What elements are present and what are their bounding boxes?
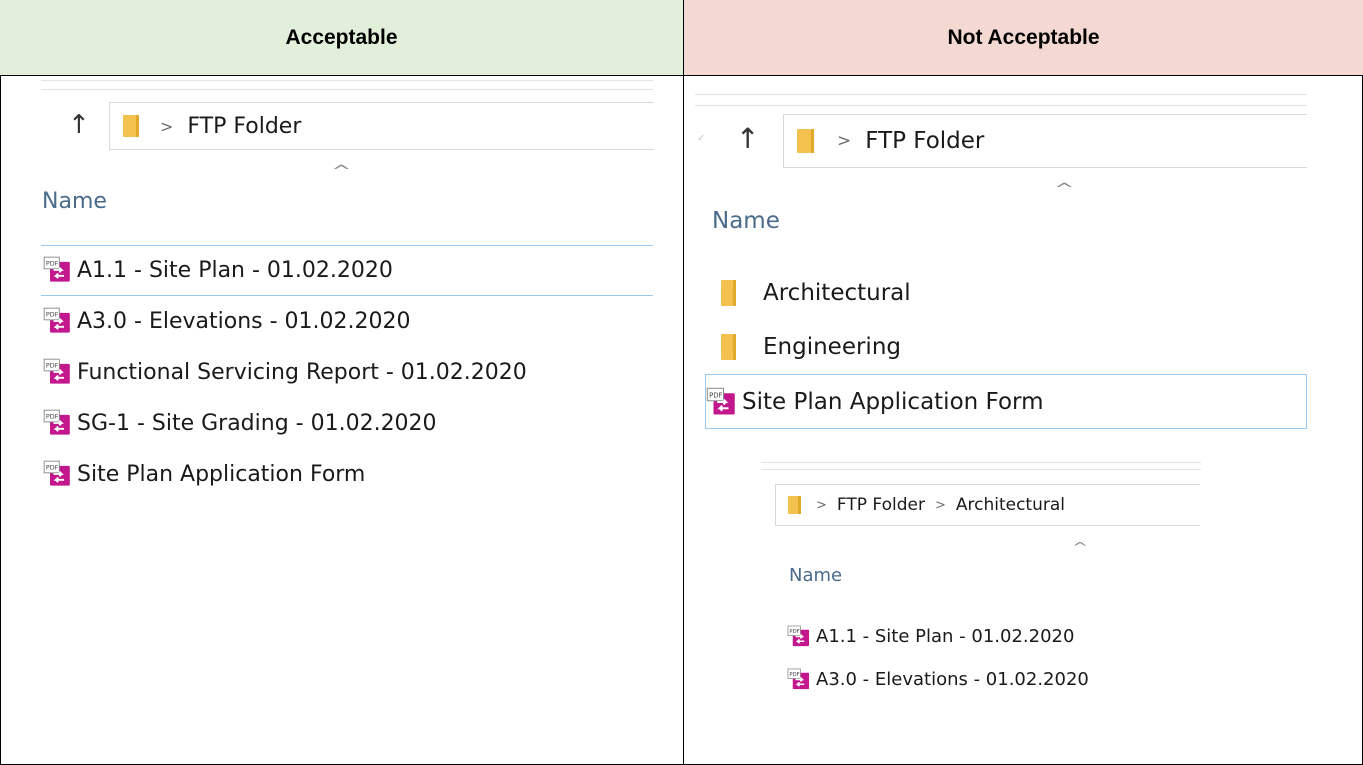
svg-text:PDF: PDF	[46, 413, 59, 421]
name-column-header[interactable]: Name	[712, 208, 780, 234]
acceptable-header-text: Acceptable	[285, 25, 398, 49]
chevron-right-icon: >	[837, 131, 852, 151]
sort-ascending-icon[interactable]: ^	[1054, 180, 1074, 198]
folder-row-label: Architectural	[763, 280, 911, 306]
file-row[interactable]: PDF A3.0 - Elevations - 01.02.2020	[43, 307, 411, 335]
file-row-label: SG-1 - Site Grading - 01.02.2020	[77, 410, 437, 436]
up-arrow-icon[interactable]: ↑	[736, 125, 759, 153]
folder-icon	[123, 115, 139, 137]
file-row-label: Site Plan Application Form	[77, 461, 366, 487]
file-row[interactable]: PDF Functional Servicing Report - 01.02.2…	[43, 358, 527, 386]
toolbar-edge	[41, 80, 653, 81]
selection-border-top	[41, 245, 653, 246]
breadcrumb-ftp-folder[interactable]: FTP Folder	[187, 114, 301, 139]
right-explorer-bottom: > FTP Folder > Architectural ^ Name PDF A…	[761, 460, 1206, 700]
svg-text:PDF: PDF	[46, 362, 59, 370]
file-row-label: A3.0 - Elevations - 01.02.2020	[816, 669, 1089, 690]
toolbar-edge	[695, 94, 1307, 95]
svg-text:PDF: PDF	[46, 260, 59, 268]
file-row[interactable]: PDF SG-1 - Site Grading - 01.02.2020	[43, 409, 437, 437]
file-row[interactable]: PDF A1.1 - Site Plan - 01.02.2020	[43, 256, 393, 284]
svg-text:PDF: PDF	[46, 311, 59, 319]
folder-row[interactable]: Architectural	[721, 280, 911, 306]
svg-text:PDF: PDF	[789, 629, 799, 635]
sort-ascending-icon[interactable]: ^	[331, 162, 351, 180]
pdf-file-icon: PDF	[43, 256, 70, 282]
folder-icon	[721, 334, 736, 360]
pdf-file-icon: PDF	[787, 668, 810, 690]
file-row-label: Site Plan Application Form	[742, 388, 1044, 415]
breadcrumb-ftp-folder[interactable]: FTP Folder	[837, 495, 925, 515]
folder-icon	[788, 496, 801, 514]
address-bar[interactable]: > FTP Folder	[783, 114, 1307, 168]
file-row-label: A1.1 - Site Plan - 01.02.2020	[816, 626, 1075, 647]
pdf-file-icon: PDF	[706, 387, 735, 414]
name-column-header[interactable]: Name	[42, 189, 107, 214]
toolbar-edge	[761, 469, 1201, 470]
selection-border-bottom	[41, 295, 653, 296]
file-row-label: A3.0 - Elevations - 01.02.2020	[77, 308, 411, 334]
file-row[interactable]: PDF Site Plan Application Form	[43, 460, 365, 488]
not-acceptable-header-text: Not Acceptable	[947, 25, 1100, 49]
toolbar-edge	[761, 462, 1201, 463]
toolbar-edge	[41, 89, 653, 90]
breadcrumb-architectural[interactable]: Architectural	[956, 495, 1065, 515]
pdf-file-icon: PDF	[43, 409, 70, 435]
pdf-file-icon: PDF	[787, 625, 810, 647]
chevron-right-icon: >	[934, 497, 946, 513]
address-bar[interactable]: > FTP Folder	[109, 102, 654, 150]
file-row-label: A1.1 - Site Plan - 01.02.2020	[77, 257, 393, 283]
not-acceptable-header: Not Acceptable	[683, 0, 1363, 75]
pdf-file-icon: PDF	[43, 358, 70, 384]
address-bar[interactable]: > FTP Folder > Architectural	[775, 484, 1200, 526]
chevron-right-icon: >	[160, 116, 174, 136]
column-divider	[683, 0, 684, 765]
sort-ascending-icon[interactable]: ^	[1072, 540, 1088, 554]
right-explorer-top: ✓ ↑ > FTP Folder ^ Name Architectural Eng…	[685, 76, 1362, 436]
chevron-right-icon: >	[816, 497, 827, 513]
breadcrumb-ftp-folder[interactable]: FTP Folder	[865, 128, 984, 154]
pdf-file-icon: PDF	[43, 307, 70, 333]
svg-text:PDF: PDF	[789, 672, 799, 678]
toolbar-edge	[695, 105, 1307, 106]
folder-row-label: Engineering	[763, 334, 901, 360]
folder-icon	[721, 280, 736, 306]
svg-text:PDF: PDF	[709, 391, 722, 399]
file-row[interactable]: PDF A1.1 - Site Plan - 01.02.2020	[787, 625, 1074, 648]
pdf-file-icon: PDF	[43, 460, 70, 486]
file-row[interactable]: PDF Site Plan Application Form	[705, 374, 1307, 429]
up-arrow-icon[interactable]: ↑	[68, 112, 90, 138]
left-explorer: ↑ > FTP Folder ^ Name PDF A1.1 - Site Pla…	[1, 76, 683, 764]
name-column-header[interactable]: Name	[789, 565, 842, 586]
file-row-label: Functional Servicing Report - 01.02.2020	[77, 359, 527, 385]
back-arrow-icon[interactable]: ✓	[697, 133, 705, 144]
folder-row[interactable]: Engineering	[721, 334, 901, 360]
svg-text:PDF: PDF	[46, 464, 59, 472]
acceptable-header: Acceptable	[0, 0, 683, 75]
file-row[interactable]: PDF A3.0 - Elevations - 01.02.2020	[787, 668, 1089, 691]
folder-icon	[797, 129, 814, 153]
